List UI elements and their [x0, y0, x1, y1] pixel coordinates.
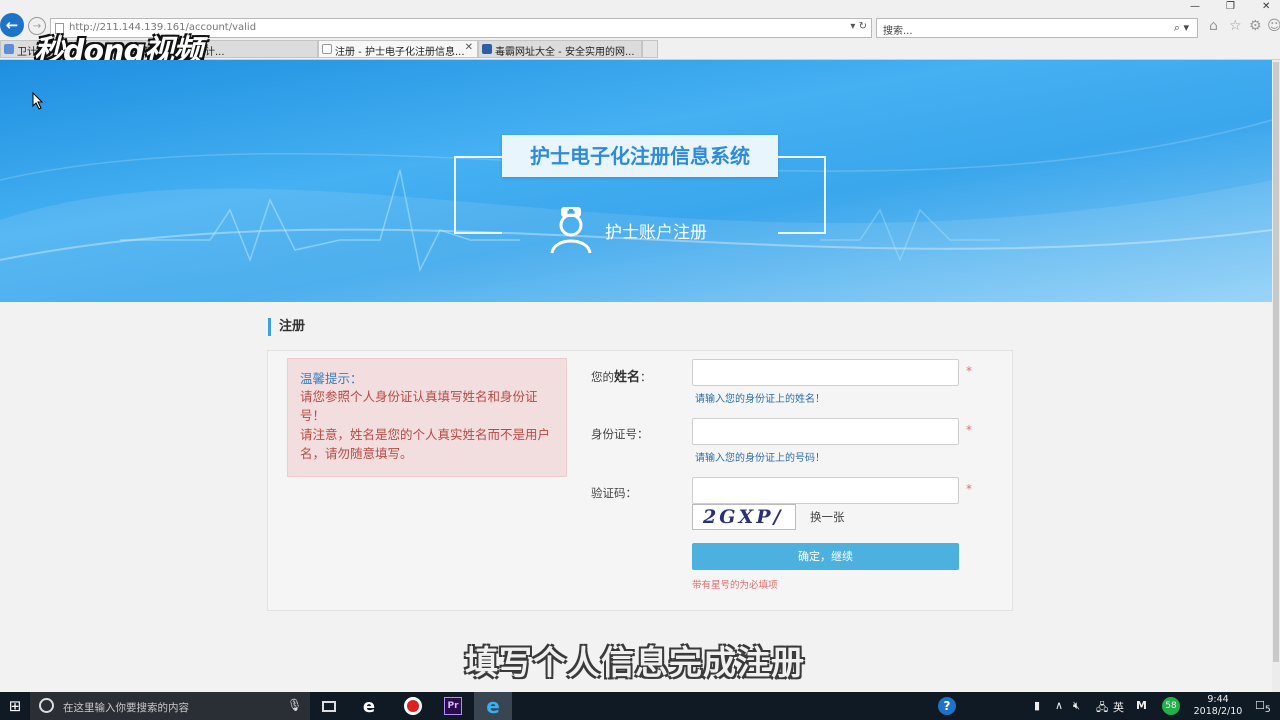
- duba-icon: [482, 44, 492, 54]
- notification-icon[interactable]: ☐5: [1255, 699, 1271, 715]
- taskbar-search-placeholder: 在这里输入你要搜索的内容: [63, 702, 189, 714]
- taskbar-app-recorder[interactable]: [394, 692, 432, 720]
- notice-box: 温馨提示： 请您参照个人身份证认真填写姓名和身份证号！ 请注意，姓名是您的个人真…: [287, 358, 567, 477]
- captcha-input[interactable]: [692, 477, 959, 504]
- video-subtitle: 填写个人信息完成注册: [465, 643, 805, 682]
- notice-title: 温馨提示：: [300, 371, 363, 386]
- taskbar: ⊞ 在这里输入你要搜索的内容 🎙︎ e Pr e ? ▮ ∧ 🔇︎ 🖧︎ 英 M…: [0, 692, 1280, 720]
- security-badge[interactable]: 58: [1162, 697, 1180, 715]
- notification-count: 5: [1264, 704, 1271, 716]
- task-view-button[interactable]: [310, 692, 348, 720]
- required-asterisk: *: [966, 482, 972, 496]
- browser-search-box[interactable]: 搜索... ⌕ ▾: [876, 18, 1198, 38]
- chevron-up-icon[interactable]: ∧: [1055, 699, 1063, 712]
- edge-icon: e: [362, 695, 376, 717]
- tab-label: 注册 - 护士电子化注册信息...: [335, 47, 465, 58]
- taskbar-help[interactable]: ?: [928, 692, 966, 720]
- notice-line-1: 请您参照个人身份证认真填写姓名和身份证号！: [300, 389, 538, 423]
- ecg-wave-decoration: [0, 119, 1272, 302]
- network-icon[interactable]: 🖧︎: [1096, 699, 1108, 718]
- windows-start-button[interactable]: ⊞: [0, 692, 30, 720]
- captcha-refresh-link[interactable]: 换一张: [810, 509, 845, 525]
- close-icon[interactable]: ✕: [1262, 1, 1270, 12]
- close-tab-icon[interactable]: ✕: [465, 42, 473, 53]
- submit-button[interactable]: 确定，继续: [692, 543, 959, 570]
- restore-icon[interactable]: ❐: [1226, 1, 1235, 12]
- id-number-hint: 请输入您的身份证上的号码！: [695, 453, 825, 464]
- smiley-icon[interactable]: ☺: [1267, 18, 1280, 34]
- volume-muted-icon[interactable]: 🔇︎: [1073, 699, 1080, 713]
- nurse-icon: [550, 207, 592, 254]
- taskbar-app-premiere[interactable]: Pr: [434, 692, 472, 720]
- new-tab-button[interactable]: [642, 40, 658, 58]
- back-button[interactable]: ←: [0, 13, 24, 37]
- gear-icon[interactable]: ⚙: [1249, 18, 1262, 34]
- captcha-text: 2GXP/: [703, 506, 784, 528]
- required-asterisk: *: [966, 364, 972, 378]
- name-label-suffix: ：: [640, 370, 652, 384]
- required-asterisk: *: [966, 423, 972, 437]
- refresh-icon[interactable]: ▾ ↻: [850, 21, 867, 32]
- banner: 护士电子化注册信息系统 护士账户注册: [0, 60, 1272, 302]
- tab-favicon: [4, 44, 14, 54]
- home-icon[interactable]: ⌂: [1209, 18, 1218, 34]
- title-frame-left: [454, 156, 502, 234]
- microphone-icon[interactable]: 🎙︎: [287, 698, 302, 712]
- clock[interactable]: 9:44 2018/2/10: [1188, 694, 1248, 718]
- m-tray-icon[interactable]: M: [1136, 699, 1147, 712]
- premiere-icon: Pr: [444, 697, 462, 715]
- battery-icon[interactable]: ▮: [1034, 699, 1040, 712]
- internet-explorer-icon: e: [486, 694, 500, 718]
- title-frame-right: [778, 156, 826, 234]
- tab-label: 毒霸网址大全 - 安全实用的网...: [495, 47, 635, 58]
- minimize-icon[interactable]: —: [1190, 1, 1200, 12]
- required-note: 带有星号的为必填项: [692, 580, 778, 591]
- id-number-label: 身份证号：: [591, 427, 649, 441]
- windows-logo-icon: ⊞: [8, 697, 22, 715]
- name-hint: 请输入您的身份证上的姓名！: [695, 394, 825, 405]
- taskbar-app-ie[interactable]: e: [474, 692, 512, 720]
- page-icon: [322, 44, 332, 54]
- favorites-star-icon[interactable]: ☆: [1229, 18, 1242, 34]
- page-scrollbar[interactable]: [1272, 60, 1280, 692]
- cortana-icon: [39, 698, 54, 713]
- tab-4[interactable]: 毒霸网址大全 - 安全实用的网...: [478, 40, 642, 58]
- captcha-label: 验证码：: [591, 486, 637, 500]
- notice-line-2: 请注意，姓名是您的个人真实姓名而不是用户名，请勿随意填写。: [300, 427, 551, 461]
- captcha-image[interactable]: 2GXP/: [692, 504, 796, 530]
- browser-chrome: ← → http://211.144.139.161/account/valid…: [0, 0, 1280, 69]
- clock-time: 9:44: [1207, 694, 1229, 705]
- back-arrow-icon: ←: [5, 16, 19, 34]
- tab-3-active[interactable]: 注册 - 护士电子化注册信息... ✕: [318, 40, 478, 58]
- name-label-main: 姓名: [614, 370, 641, 385]
- name-label-prefix: 您的: [591, 370, 614, 384]
- record-icon: [404, 697, 422, 715]
- system-title: 护士电子化注册信息系统: [502, 135, 778, 177]
- page-title: 护士账户注册: [605, 223, 707, 243]
- name-label: 您的姓名：: [591, 366, 652, 385]
- scrollbar-thumb[interactable]: [1273, 62, 1279, 662]
- clock-date: 2018/2/10: [1193, 706, 1243, 717]
- ime-indicator[interactable]: 英: [1113, 699, 1124, 715]
- help-icon: ?: [938, 697, 956, 715]
- mouse-cursor-icon: [32, 92, 44, 110]
- search-icon[interactable]: ⌕ ▾: [1174, 21, 1189, 35]
- taskbar-app-edge[interactable]: e: [350, 692, 388, 720]
- browser-search-placeholder: 搜索...: [883, 26, 913, 37]
- taskbar-search-box[interactable]: 在这里输入你要搜索的内容 🎙︎: [30, 692, 310, 720]
- task-view-icon: [322, 700, 336, 712]
- name-input[interactable]: [692, 359, 959, 386]
- id-number-input[interactable]: [692, 418, 959, 445]
- section-title: 注册: [268, 318, 305, 336]
